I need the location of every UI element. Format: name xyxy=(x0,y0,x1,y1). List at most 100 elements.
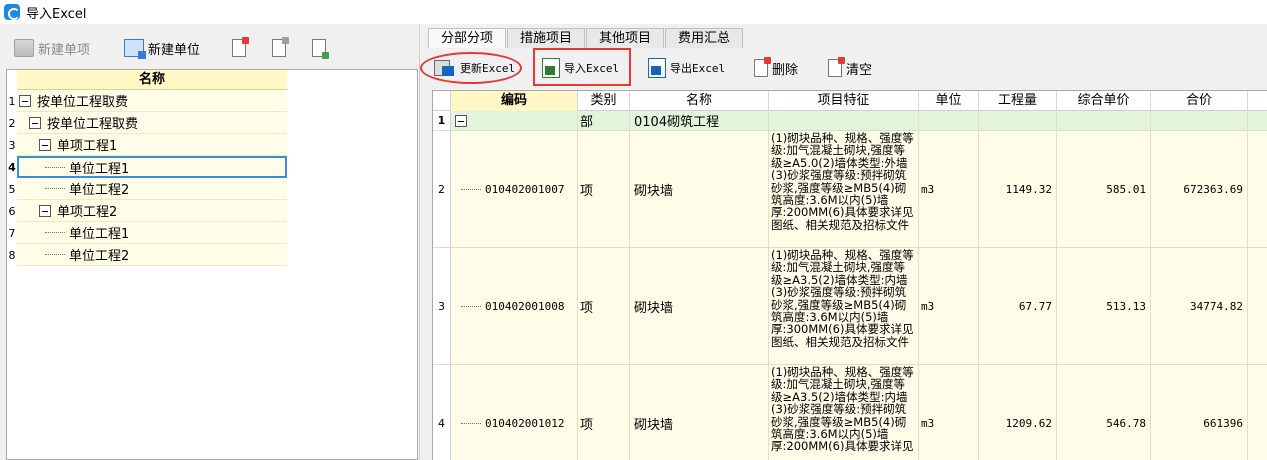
new-unit-button[interactable]: 新建单位 xyxy=(118,34,206,62)
tree-node-label: 单位工程2 xyxy=(69,249,130,264)
column-header-quantity[interactable]: 工程量 xyxy=(979,91,1057,111)
new-unit-label: 新建单位 xyxy=(148,42,201,58)
cell-total: 661396 xyxy=(1151,365,1248,460)
row-number: 3 xyxy=(8,138,16,152)
tree-line xyxy=(45,166,65,168)
highlight-rectangle xyxy=(533,48,631,86)
delete-doc-icon xyxy=(232,37,250,57)
clear-button[interactable]: 清空 xyxy=(828,54,872,82)
highlight-ellipse xyxy=(420,52,522,84)
tree-row[interactable]: 2 按单位工程取费 xyxy=(7,112,287,134)
tab-measures[interactable]: 措施项目 xyxy=(507,28,586,48)
title-bar: 导入Excel xyxy=(0,0,1267,24)
new-item-button[interactable]: 新建单项 xyxy=(8,34,96,62)
tab-fee-summary[interactable]: 费用汇总 xyxy=(665,28,744,48)
tree-row[interactable]: 5 单位工程2 xyxy=(7,178,287,200)
column-header-code[interactable]: 编码 xyxy=(451,91,578,111)
row-number: 1 xyxy=(433,111,451,130)
app-icon xyxy=(4,4,20,20)
move-down-button[interactable] xyxy=(306,34,332,62)
folder-icon xyxy=(14,39,34,57)
tree-node-label: 单项工程2 xyxy=(57,205,118,220)
collapse-icon[interactable] xyxy=(455,114,467,127)
move-up-button[interactable] xyxy=(266,34,292,62)
cell-quantity: 67.77 xyxy=(979,248,1057,364)
tree-header: 名称 xyxy=(17,70,287,90)
cell-unit: m3 xyxy=(919,365,979,460)
left-pane: 新建单项 新建单位 名称 1 按单位工程取费 2 按单位工程取费 3 单项工程1… xyxy=(0,24,420,460)
tree-row[interactable]: 3 单项工程1 xyxy=(7,134,287,156)
cell-unit-price: 585.01 xyxy=(1057,131,1151,247)
tree-row[interactable]: 8 单位工程2 xyxy=(7,244,287,266)
move-down-icon xyxy=(312,39,330,59)
project-tree: 名称 1 按单位工程取费 2 按单位工程取费 3 单项工程1 4 单位工程1 5… xyxy=(6,69,418,460)
tree-line xyxy=(461,188,481,190)
collapse-icon[interactable] xyxy=(19,94,31,107)
delete-button[interactable]: 删除 xyxy=(754,54,798,82)
cell-unit-price: 546.78 xyxy=(1057,365,1151,460)
cell-code: 010402001012 xyxy=(485,416,565,430)
header-corner xyxy=(433,91,451,111)
tree-node-label: 单位工程1 xyxy=(69,161,130,177)
cell-feature: (1)砌块品种、规格、强度等级:加气混凝土砌块,强度等级≥A5.0(2)墙体类型… xyxy=(769,131,919,247)
cell-total: 672363.69 xyxy=(1151,131,1248,247)
tree-node-label: 单位工程1 xyxy=(69,227,130,242)
tree-line xyxy=(45,254,65,255)
delete-label: 删除 xyxy=(772,62,799,78)
column-header-category[interactable]: 类别 xyxy=(578,91,630,111)
collapse-icon[interactable] xyxy=(39,138,51,151)
row-number: 6 xyxy=(8,204,16,218)
row-number: 2 xyxy=(433,131,451,247)
column-header-unit[interactable]: 单位 xyxy=(919,91,979,111)
clear-label: 清空 xyxy=(846,62,873,78)
row-number: 4 xyxy=(433,365,451,460)
tree-line xyxy=(461,305,481,307)
row-number: 8 xyxy=(8,248,16,262)
row-number: 4 xyxy=(8,160,16,174)
group-row[interactable]: 1 部 0104砌筑工程 xyxy=(433,111,1267,131)
column-header-name[interactable]: 名称 xyxy=(630,91,769,111)
tree-row[interactable]: 6 单项工程2 xyxy=(7,200,287,222)
tree-line xyxy=(461,422,481,424)
delete-node-button[interactable] xyxy=(226,34,252,62)
tree-node-label: 按单位工程取费 xyxy=(37,95,129,110)
cell-feature: (1)砌块品种、规格、强度等级:加气混凝土砌块,强度等级≥A3.5(2)墙体类型… xyxy=(769,248,919,364)
row-number: 3 xyxy=(433,248,451,364)
tab-other[interactable]: 其他项目 xyxy=(586,28,665,48)
left-toolbar: 新建单项 新建单位 xyxy=(8,30,418,66)
row-number: 7 xyxy=(8,226,16,240)
table-row[interactable]: 3 010402001008 项 砌块墙 (1)砌块品种、规格、强度等级:加气混… xyxy=(433,248,1267,365)
tree-row-selected[interactable]: 4 单位工程1 xyxy=(7,156,287,178)
tree-row[interactable]: 7 单位工程1 xyxy=(7,222,287,244)
tab-items[interactable]: 分部分项 xyxy=(428,28,507,48)
cell-name: 砌块墙 xyxy=(630,131,769,247)
tree-node-label: 按单位工程取费 xyxy=(47,117,139,132)
collapse-icon[interactable] xyxy=(39,204,51,217)
new-item-label: 新建单项 xyxy=(38,42,91,58)
grid-header: 编码 类别 名称 项目特征 单位 工程量 综合单价 合价 xyxy=(433,91,1267,111)
export-excel-button[interactable]: 导出Excel xyxy=(648,54,725,82)
collapse-icon[interactable] xyxy=(29,116,41,129)
cell-quantity: 1209.62 xyxy=(979,365,1057,460)
column-header-feature[interactable]: 项目特征 xyxy=(769,91,919,111)
column-header-total[interactable]: 合价 xyxy=(1151,91,1248,111)
tree-node-icon xyxy=(124,39,147,59)
column-header-unit-price[interactable]: 综合单价 xyxy=(1057,91,1151,111)
cell-total: 34774.82 xyxy=(1151,248,1248,364)
export-excel-label: 导出Excel xyxy=(670,62,726,75)
cell-category: 项 xyxy=(578,365,630,460)
cell-quantity: 1149.32 xyxy=(979,131,1057,247)
export-excel-icon xyxy=(648,58,666,78)
cell-code: 010402001007 xyxy=(485,182,565,196)
tree-row[interactable]: 1 按单位工程取费 xyxy=(7,90,287,112)
move-up-icon xyxy=(272,37,290,57)
cell-name: 砌块墙 xyxy=(630,365,769,460)
right-pane: 分部分项 措施项目 其他项目 费用汇总 更新Excel 导入Excel 导出Ex… xyxy=(420,24,1267,460)
cell-feature: (1)砌块品种、规格、强度等级:加气混凝土砌块,强度等级≥A3.5(2)墙体类型… xyxy=(769,365,919,460)
table-row[interactable]: 4 010402001012 项 砌块墙 (1)砌块品种、规格、强度等级:加气混… xyxy=(433,365,1267,460)
cell-category: 项 xyxy=(578,248,630,364)
delete-icon xyxy=(754,57,771,77)
tree-node-label: 单位工程2 xyxy=(69,183,130,198)
table-row[interactable]: 2 010402001007 项 砌块墙 (1)砌块品种、规格、强度等级:加气混… xyxy=(433,131,1267,248)
cell-category: 部 xyxy=(578,111,630,130)
